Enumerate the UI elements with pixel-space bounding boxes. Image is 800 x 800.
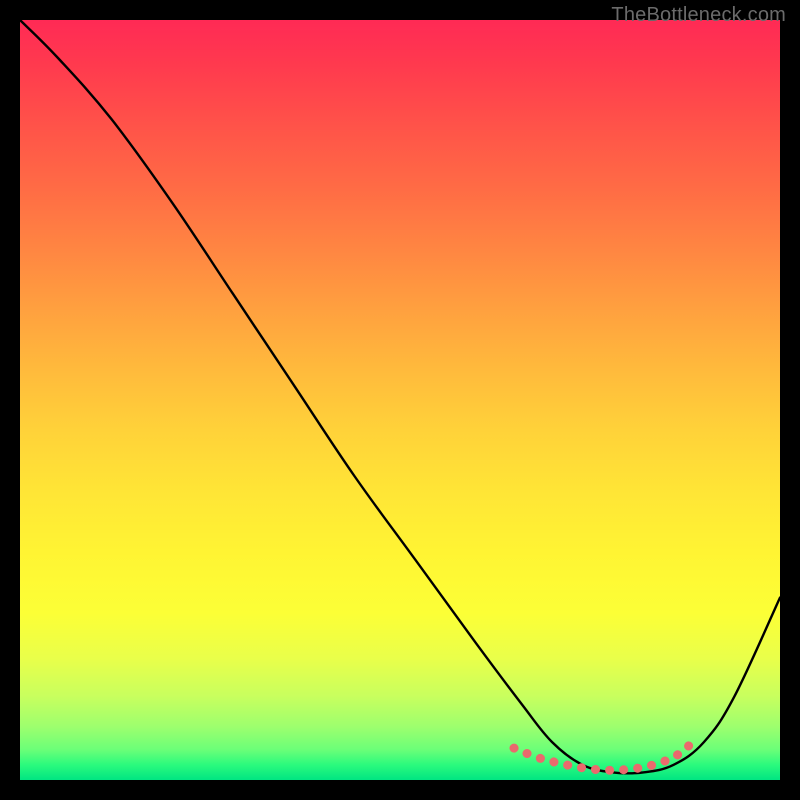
optimal-range-highlight — [514, 746, 689, 770]
bottleneck-curve — [20, 20, 780, 773]
chart-stage: TheBottleneck.com — [0, 0, 800, 800]
curve-svg — [20, 20, 780, 780]
plot-area — [20, 20, 780, 780]
watermark-label: TheBottleneck.com — [611, 4, 786, 27]
